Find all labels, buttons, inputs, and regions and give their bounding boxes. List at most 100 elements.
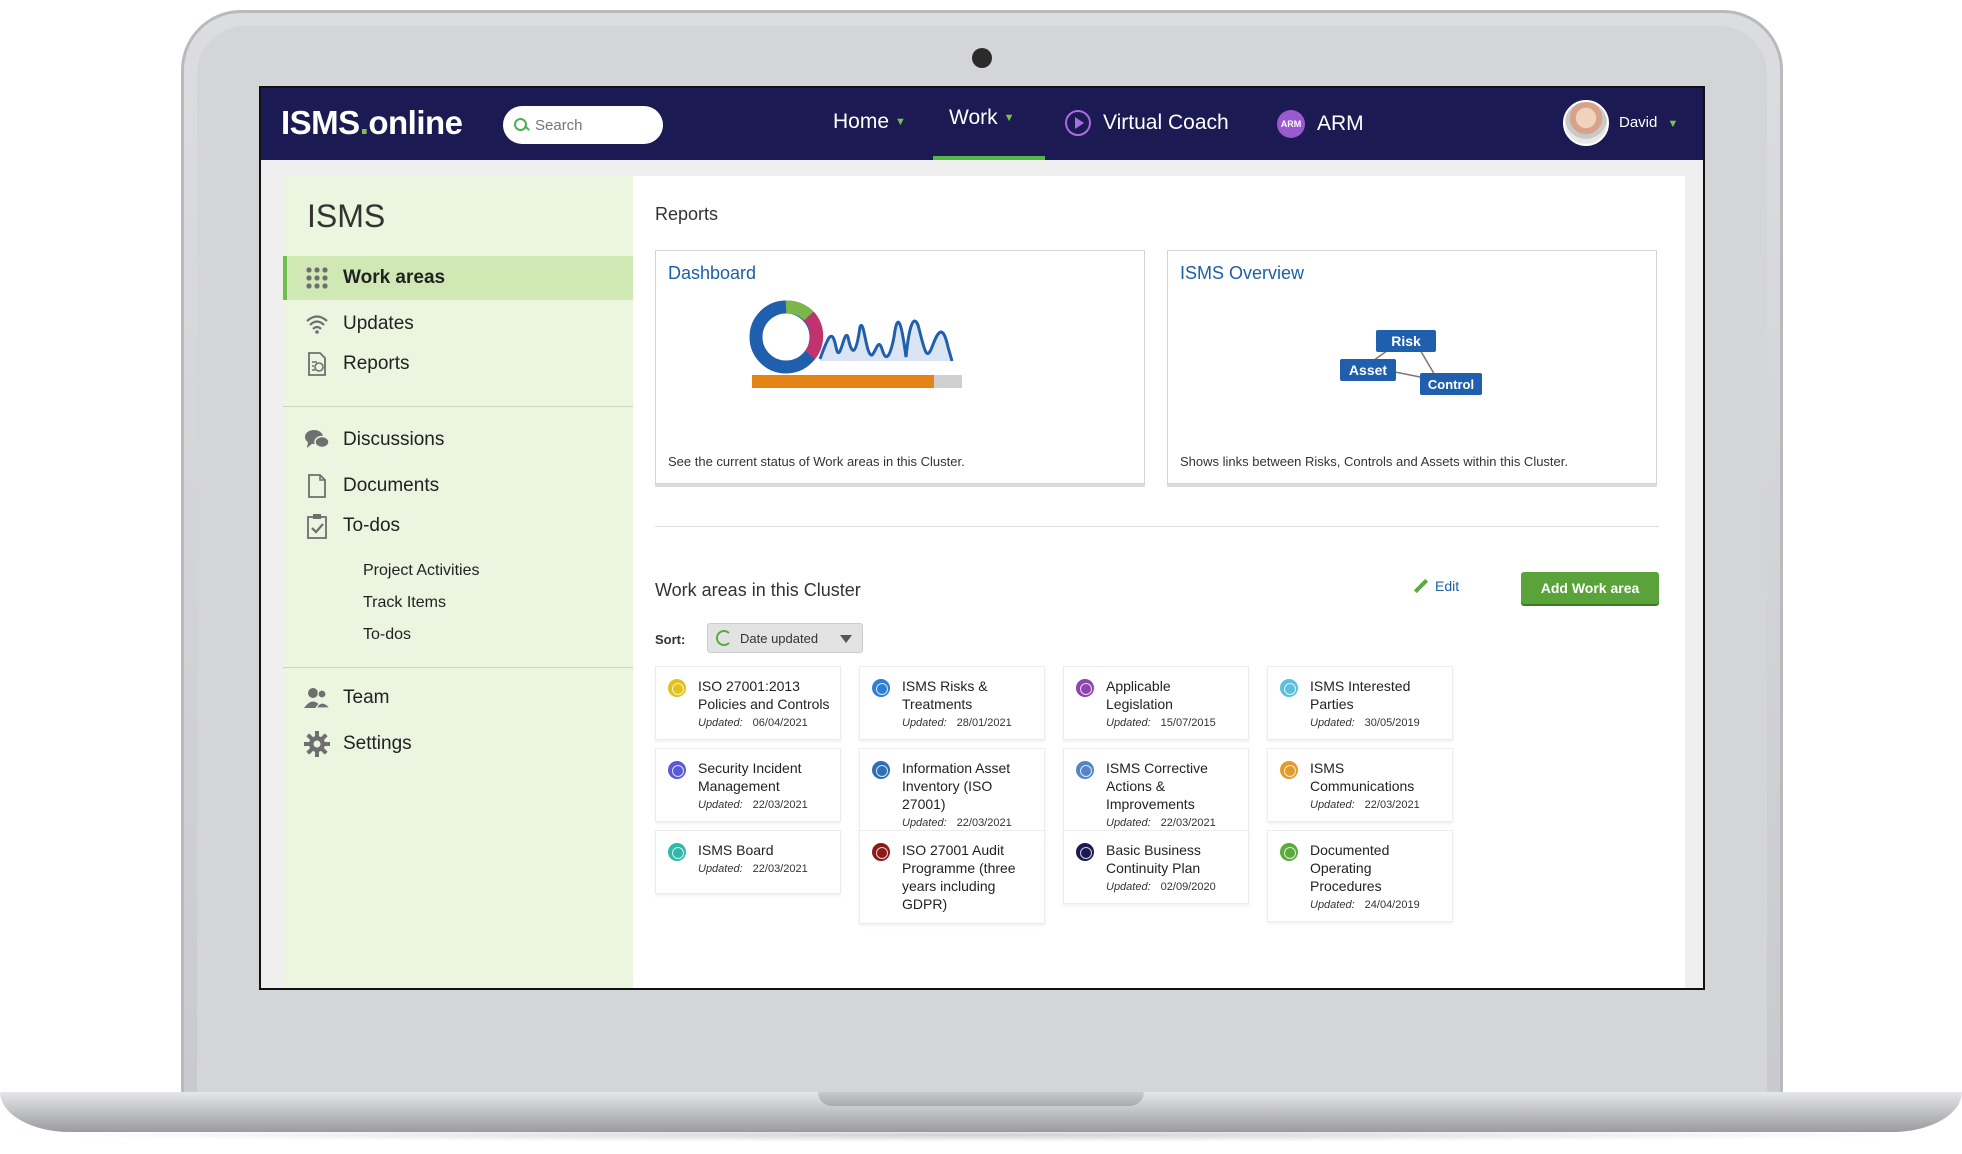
grid-dots-icon: [303, 264, 331, 292]
play-circle-icon: [1065, 110, 1091, 136]
sort-label: Sort:: [655, 632, 686, 647]
report-card-description: See the current status of Work areas in …: [668, 454, 965, 469]
work-area-name[interactable]: ISMS Board: [698, 841, 830, 859]
updated-date: 22/03/2021: [1364, 799, 1420, 811]
arm-badge-icon: ARM: [1277, 110, 1305, 138]
search-icon: [513, 117, 529, 133]
work-area-card[interactable]: ISMS Board Updated: 22/03/2021: [655, 830, 841, 894]
team-icon: [303, 684, 331, 712]
wifi-icon: [303, 310, 331, 338]
work-area-icon: [872, 761, 890, 779]
work-area-icon: [668, 843, 686, 861]
nav-home[interactable]: Home ▼: [833, 110, 906, 134]
work-area-updated: Updated: 22/03/2021: [1310, 799, 1442, 811]
sidebar-item-label: Documents: [343, 475, 440, 496]
avatar[interactable]: [1563, 100, 1609, 146]
work-area-name[interactable]: Basic Business Continuity Plan: [1106, 841, 1238, 877]
work-area-name[interactable]: Security Incident Management: [698, 759, 830, 795]
chevron-down-icon: ▼: [1003, 112, 1015, 124]
diagram-node-asset: Asset: [1349, 362, 1387, 378]
work-area-icon: [872, 679, 890, 697]
reports-heading: Reports: [655, 204, 719, 224]
updated-date: 22/03/2021: [956, 817, 1012, 829]
nav-work[interactable]: Work ▼: [949, 106, 1015, 130]
updated-date: 30/05/2019: [1364, 717, 1420, 729]
nav-work-label: Work: [949, 106, 998, 129]
nav-virtual-coach-label: Virtual Coach: [1103, 111, 1229, 134]
report-card-title[interactable]: ISMS Overview: [1180, 263, 1304, 284]
updated-label: Updated:: [1106, 881, 1151, 893]
work-area-icon: [1280, 843, 1298, 861]
main-content: Reports Dashboard See the current status…: [633, 176, 1685, 988]
report-icon: [303, 350, 331, 378]
search-box[interactable]: [503, 106, 663, 144]
sidebar-item-team[interactable]: Team: [283, 676, 633, 720]
sidebar-item-documents[interactable]: Documents: [283, 464, 633, 508]
app-logo[interactable]: ISMS.online: [281, 104, 463, 142]
sidebar-item-label: Reports: [343, 353, 410, 374]
search-input[interactable]: [535, 116, 655, 134]
work-area-updated: Updated: 24/04/2019: [1310, 899, 1442, 911]
sidebar-item-label: Updates: [343, 313, 414, 334]
work-area-name[interactable]: Applicable Legislation: [1106, 677, 1238, 713]
sidebar-subitem-track-items[interactable]: Track Items: [363, 594, 446, 612]
work-area-card[interactable]: ISMS Risks & Treatments Updated: 28/01/202…: [859, 666, 1045, 740]
sidebar-item-settings[interactable]: Settings: [283, 722, 633, 766]
updated-label: Updated:: [1310, 799, 1355, 811]
work-area-icon: [1280, 761, 1298, 779]
nav-arm[interactable]: ARM ARM: [1277, 110, 1364, 138]
work-area-name[interactable]: ISMS Interested Parties: [1310, 677, 1442, 713]
work-area-updated: Updated: 22/03/2021: [698, 799, 830, 811]
dashboard-illustration: [749, 300, 962, 388]
work-area-card[interactable]: ISMS Communications Updated: 22/03/2021: [1267, 748, 1453, 822]
work-area-card[interactable]: Security Incident Management Updated: 22/0…: [655, 748, 841, 822]
work-area-card[interactable]: ISMS Interested Parties Updated: 30/05/201…: [1267, 666, 1453, 740]
work-area-name[interactable]: ISMS Corrective Actions & Improvements: [1106, 759, 1238, 813]
sort-value: Date updated: [740, 630, 819, 646]
chevron-down-icon: [840, 635, 852, 643]
chat-bubbles-icon: [303, 426, 331, 454]
work-area-updated: Updated: 22/03/2021: [698, 863, 830, 875]
work-area-card[interactable]: Information Asset Inventory (ISO 27001) U…: [859, 748, 1045, 840]
work-area-card[interactable]: Basic Business Continuity Plan Updated: 02…: [1063, 830, 1249, 904]
work-area-name[interactable]: ISMS Communications: [1310, 759, 1442, 795]
work-area-name[interactable]: ISO 27001 Audit Programme (three years i…: [902, 841, 1034, 913]
report-card-dashboard[interactable]: Dashboard See the current status of Work…: [655, 250, 1145, 484]
sidebar-item-reports[interactable]: Reports: [283, 342, 633, 386]
top-nav: ISMS.online Home ▼ Work ▼ Virtual Coach …: [261, 88, 1703, 160]
nav-virtual-coach[interactable]: Virtual Coach: [1065, 110, 1229, 136]
sidebar-item-work-areas[interactable]: Work areas: [283, 256, 633, 300]
sidebar-item-todos[interactable]: To-dos: [283, 504, 633, 548]
sidebar-item-label: Work areas: [343, 267, 446, 288]
work-area-card[interactable]: Documented Operating Procedures Updated: 2…: [1267, 830, 1453, 922]
document-icon: [303, 472, 331, 500]
report-card-isms-overview[interactable]: ISMS Overview Risk Asset Control Shows l…: [1167, 250, 1657, 484]
work-area-icon: [1076, 679, 1094, 697]
diagram-node-control: Control: [1428, 377, 1474, 392]
sidebar-item-updates[interactable]: Updates: [283, 302, 633, 346]
work-area-card[interactable]: ISMS Corrective Actions & Improvements Up…: [1063, 748, 1249, 840]
work-area-updated: Updated: 28/01/2021: [902, 717, 1034, 729]
work-area-name[interactable]: ISMS Risks & Treatments: [902, 677, 1034, 713]
work-area-name[interactable]: Documented Operating Procedures: [1310, 841, 1442, 895]
updated-label: Updated:: [902, 817, 947, 829]
user-menu[interactable]: David ▼: [1619, 114, 1678, 131]
work-area-card[interactable]: Applicable Legislation Updated: 15/07/2015: [1063, 666, 1249, 740]
add-work-area-button[interactable]: Add Work area: [1521, 572, 1659, 604]
sidebar-title: ISMS: [307, 198, 386, 234]
work-area-card[interactable]: ISO 27001 Audit Programme (three years i…: [859, 830, 1045, 924]
report-card-description: Shows links between Risks, Controls and …: [1180, 454, 1569, 469]
sidebar-subitem-todos[interactable]: To-dos: [363, 626, 411, 644]
sidebar-item-discussions[interactable]: Discussions: [283, 418, 633, 462]
work-area-updated: Updated: 22/03/2021: [902, 817, 1034, 829]
sort-select[interactable]: Date updated: [707, 623, 863, 653]
updated-date: 24/04/2019: [1364, 899, 1420, 911]
work-area-card[interactable]: ISO 27001:2013 Policies and Controls Upda…: [655, 666, 841, 740]
work-area-name[interactable]: ISO 27001:2013 Policies and Controls: [698, 677, 830, 713]
sidebar-item-label: Team: [343, 687, 390, 708]
updated-label: Updated:: [1310, 717, 1355, 729]
sidebar-subitem-project-activities[interactable]: Project Activities: [363, 562, 479, 580]
report-card-title[interactable]: Dashboard: [668, 263, 756, 284]
work-area-name[interactable]: Information Asset Inventory (ISO 27001): [902, 759, 1034, 813]
edit-button[interactable]: Edit: [1413, 578, 1459, 594]
